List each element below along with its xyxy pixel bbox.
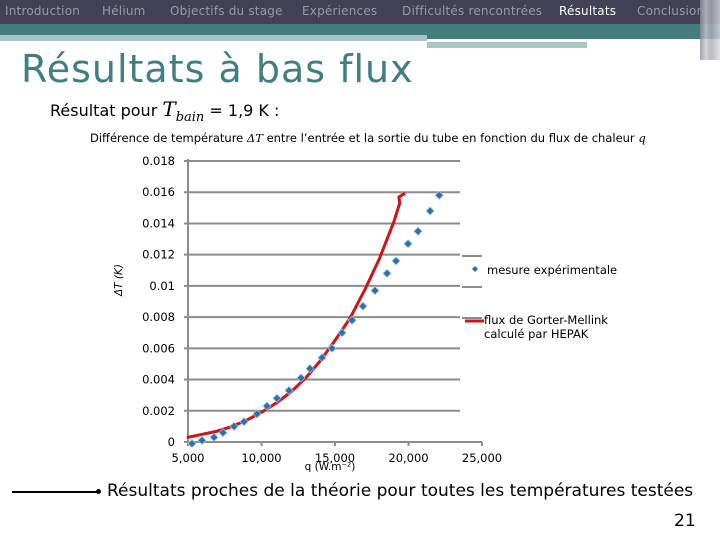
- data-point: [391, 256, 401, 266]
- y-tick-label: 0.002: [142, 404, 175, 418]
- series-gorter-mellink: [186, 192, 406, 439]
- y-tick-label: 0: [168, 435, 175, 449]
- arrow-icon: [12, 489, 101, 494]
- y-tick-labels: 0 0.002 0.004 0.006 0.008 0.01 0.012 0.014 0.016…: [142, 154, 175, 449]
- legend-label-gorter-mellink: flux de Gorter-Mellink calculé par HEPAK: [484, 313, 608, 341]
- data-point: [382, 268, 392, 278]
- data-point: [284, 385, 294, 396]
- y-tick-label: 0.016: [142, 185, 175, 199]
- y-tick-label: 0.004: [142, 373, 175, 387]
- chart-gridlines: [184, 160, 460, 412]
- gorter-mellink-curve: [186, 192, 406, 439]
- y-axis-label: ΔT (K): [113, 264, 125, 297]
- data-point: [209, 432, 219, 442]
- y-tick-label: 0.008: [142, 310, 175, 324]
- data-point: [403, 239, 413, 249]
- y-tick-label: 0.01: [149, 279, 175, 293]
- y-tick-label: 0.006: [142, 341, 175, 355]
- x-tick-label: 10,000: [241, 451, 281, 465]
- page-number: 21: [674, 511, 696, 531]
- data-point: [187, 438, 197, 449]
- conclusion-text: Résultats proches de la théorie pour tou…: [107, 481, 694, 501]
- x-tick-label: 25,000: [462, 451, 502, 465]
- data-point: [327, 343, 337, 353]
- legend-label-experimental: mesure expérimentale: [487, 263, 618, 277]
- data-point: [413, 226, 423, 236]
- y-tick-label: 0.012: [142, 248, 175, 262]
- y-tick-label: 0.018: [142, 154, 175, 168]
- data-point: [358, 301, 368, 311]
- data-point: [425, 206, 435, 216]
- x-tick-label: 20,000: [388, 451, 428, 465]
- legend-marker-icon: [472, 266, 478, 272]
- y-tick-label: 0.014: [142, 216, 175, 230]
- x-axis-label: q (W.m⁻²): [305, 461, 356, 473]
- chart-axes: [184, 159, 483, 446]
- x-tick-label: 5,000: [172, 451, 205, 465]
- series-experimental: [187, 190, 444, 449]
- legend: [462, 255, 484, 323]
- data-point: [197, 435, 207, 446]
- data-point: [370, 286, 380, 296]
